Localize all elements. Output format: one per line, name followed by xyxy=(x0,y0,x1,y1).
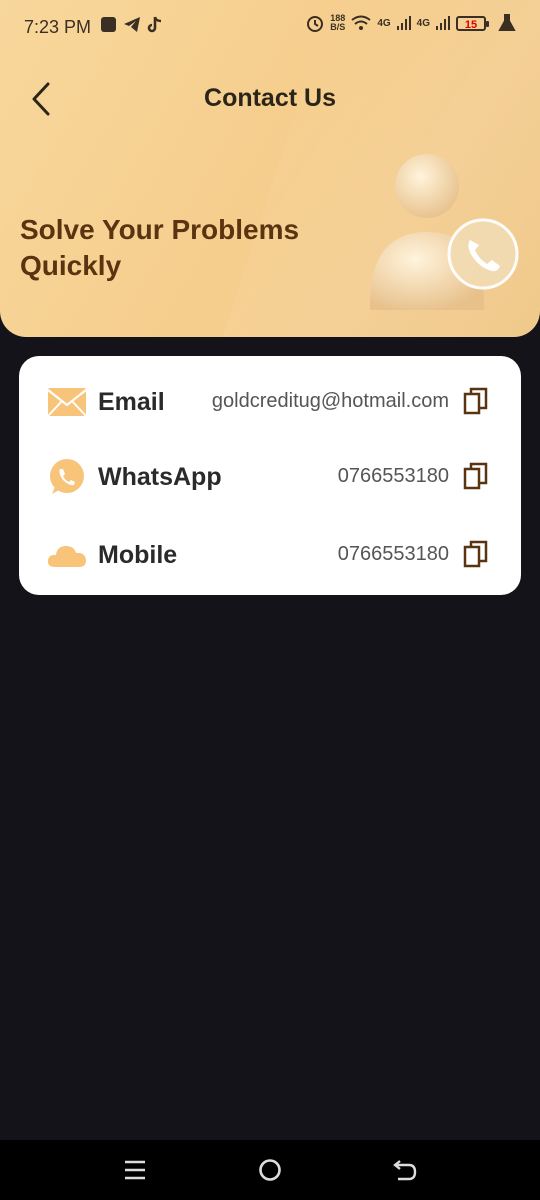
system-navigation-bar xyxy=(0,1140,540,1200)
page-title: Contact Us xyxy=(204,84,336,112)
alarm-icon xyxy=(307,16,324,32)
header-banner: 7:23 PM 188 B/S 4G 4G 15 Contact Us Solv… xyxy=(0,0,540,337)
envelope-icon xyxy=(47,388,87,417)
signal-label-1: 4G xyxy=(377,17,391,29)
app-notification-icon xyxy=(101,17,116,32)
copy-icon[interactable] xyxy=(463,539,489,569)
email-row: Email goldcreditug@hotmail.com xyxy=(19,372,521,432)
person-phone-illustration xyxy=(369,154,519,310)
telegram-icon xyxy=(124,17,140,32)
whatsapp-row: WhatsApp 0766553180 xyxy=(19,447,521,507)
wifi-icon xyxy=(351,15,371,30)
status-right-group: 188 B/S 4G 4G 15 xyxy=(306,14,516,32)
headline-text: Solve Your Problems Quickly xyxy=(20,214,300,281)
signal-bars-icon-2 xyxy=(436,16,450,30)
back-arrow-icon[interactable] xyxy=(392,1157,418,1183)
battery-indicator: 15 xyxy=(456,15,489,31)
copy-icon[interactable] xyxy=(463,461,489,491)
email-value: goldcreditug@hotmail.com xyxy=(211,390,449,412)
flask-icon xyxy=(498,14,516,31)
whatsapp-value: 0766553180 xyxy=(337,465,449,487)
status-time: 7:23 PM xyxy=(24,17,92,37)
mobile-row: Mobile 0766553180 xyxy=(19,525,521,585)
signal-label-2: 4G xyxy=(416,17,430,29)
mobile-label: Mobile xyxy=(98,541,178,569)
whatsapp-icon xyxy=(50,459,84,494)
contact-card: Email goldcreditug@hotmail.com WhatsApp … xyxy=(19,356,521,595)
net-speed: 188 B/S xyxy=(330,14,345,32)
menu-icon[interactable] xyxy=(122,1157,148,1183)
tiktok-icon xyxy=(147,16,162,33)
home-circle-icon[interactable] xyxy=(257,1157,283,1183)
email-label: Email xyxy=(98,388,165,416)
net-speed-unit: B/S xyxy=(330,22,346,32)
whatsapp-label: WhatsApp xyxy=(98,463,222,491)
mobile-value: 0766553180 xyxy=(337,543,449,565)
signal-bars-icon-1 xyxy=(396,16,411,30)
copy-icon[interactable] xyxy=(463,386,489,416)
status-bar: 7:23 PM 188 B/S 4G 4G 15 xyxy=(0,0,540,54)
cloud-icon xyxy=(47,546,86,567)
